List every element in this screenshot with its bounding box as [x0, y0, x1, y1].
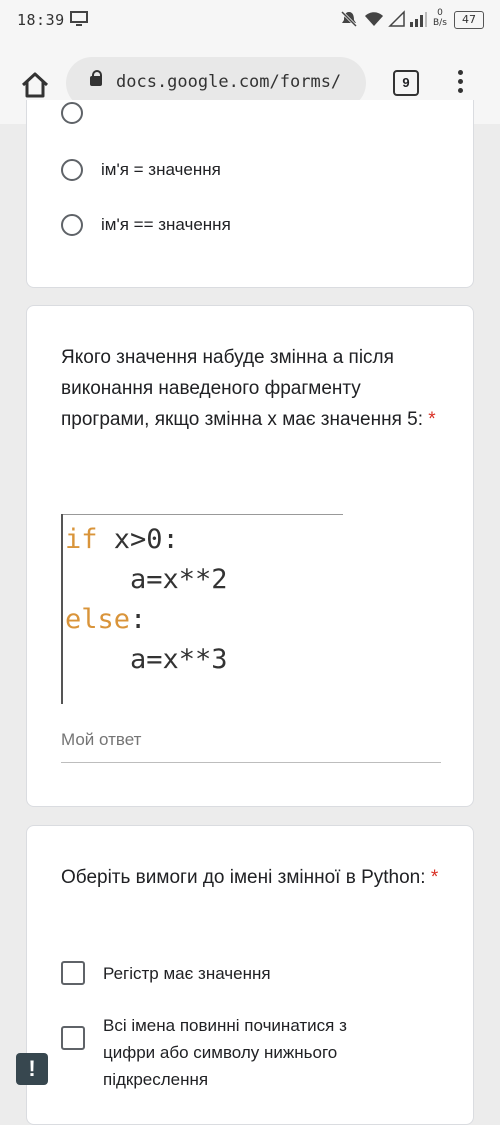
net-speed: 0 B/s [433, 8, 447, 28]
option-label: Регістр має значення [103, 964, 271, 983]
signal-icon [410, 12, 427, 27]
checkbox[interactable] [61, 961, 85, 985]
screen-cast-icon [70, 11, 88, 26]
checkbox-option-1[interactable]: Регістр має значення [61, 960, 391, 987]
url-text: docs.google.com/forms/ [116, 72, 342, 92]
option-label: ім'я = значення [101, 160, 221, 179]
question-title: Оберіть вимоги до імені змінної в Python… [61, 867, 439, 888]
status-bar: 18:39 0 B/s 47 [0, 0, 500, 40]
checkbox-option-2[interactable]: Всі імена повинні починатися з цифри або… [61, 1012, 391, 1093]
radio-button[interactable] [61, 159, 83, 181]
radio-option-partial[interactable] [61, 98, 101, 128]
radio-option-1[interactable]: ім'я = значення [61, 155, 221, 185]
more-menu-icon[interactable] [456, 70, 464, 96]
radio-button[interactable] [61, 214, 83, 236]
question-card-1: ім'я = значення ім'я == значення [26, 100, 474, 288]
option-label: ім'я == значення [101, 215, 231, 234]
code-snippet: if x>0: a=x**2 else: a=x**3 [65, 524, 228, 675]
feedback-icon[interactable]: ! [16, 1053, 48, 1085]
required-asterisk: * [428, 409, 436, 430]
checkbox[interactable] [61, 1026, 85, 1050]
radio-button[interactable] [61, 102, 83, 124]
code-image: if x>0: a=x**2 else: a=x**3 [61, 514, 343, 704]
answer-input[interactable]: Мой ответ [61, 730, 441, 763]
option-label: Всі імена повинні починатися з цифри або… [103, 1016, 347, 1089]
mute-icon [340, 10, 358, 28]
tab-switcher-button[interactable]: 9 [393, 70, 419, 96]
signal-empty-icon [388, 10, 405, 27]
radio-option-2[interactable]: ім'я == значення [61, 210, 231, 240]
wifi-icon [365, 12, 383, 26]
lock-icon [90, 70, 102, 86]
question-card-3: Оберіть вимоги до імені змінної в Python… [26, 825, 474, 1125]
question-title: Якого значення набуде змінна а після вик… [61, 347, 436, 430]
clock: 18:39 [17, 11, 65, 29]
question-card-2: Якого значення набуде змінна а після вик… [26, 305, 474, 807]
battery-indicator: 47 [454, 11, 484, 29]
required-asterisk: * [430, 867, 439, 888]
home-icon[interactable] [20, 70, 50, 100]
